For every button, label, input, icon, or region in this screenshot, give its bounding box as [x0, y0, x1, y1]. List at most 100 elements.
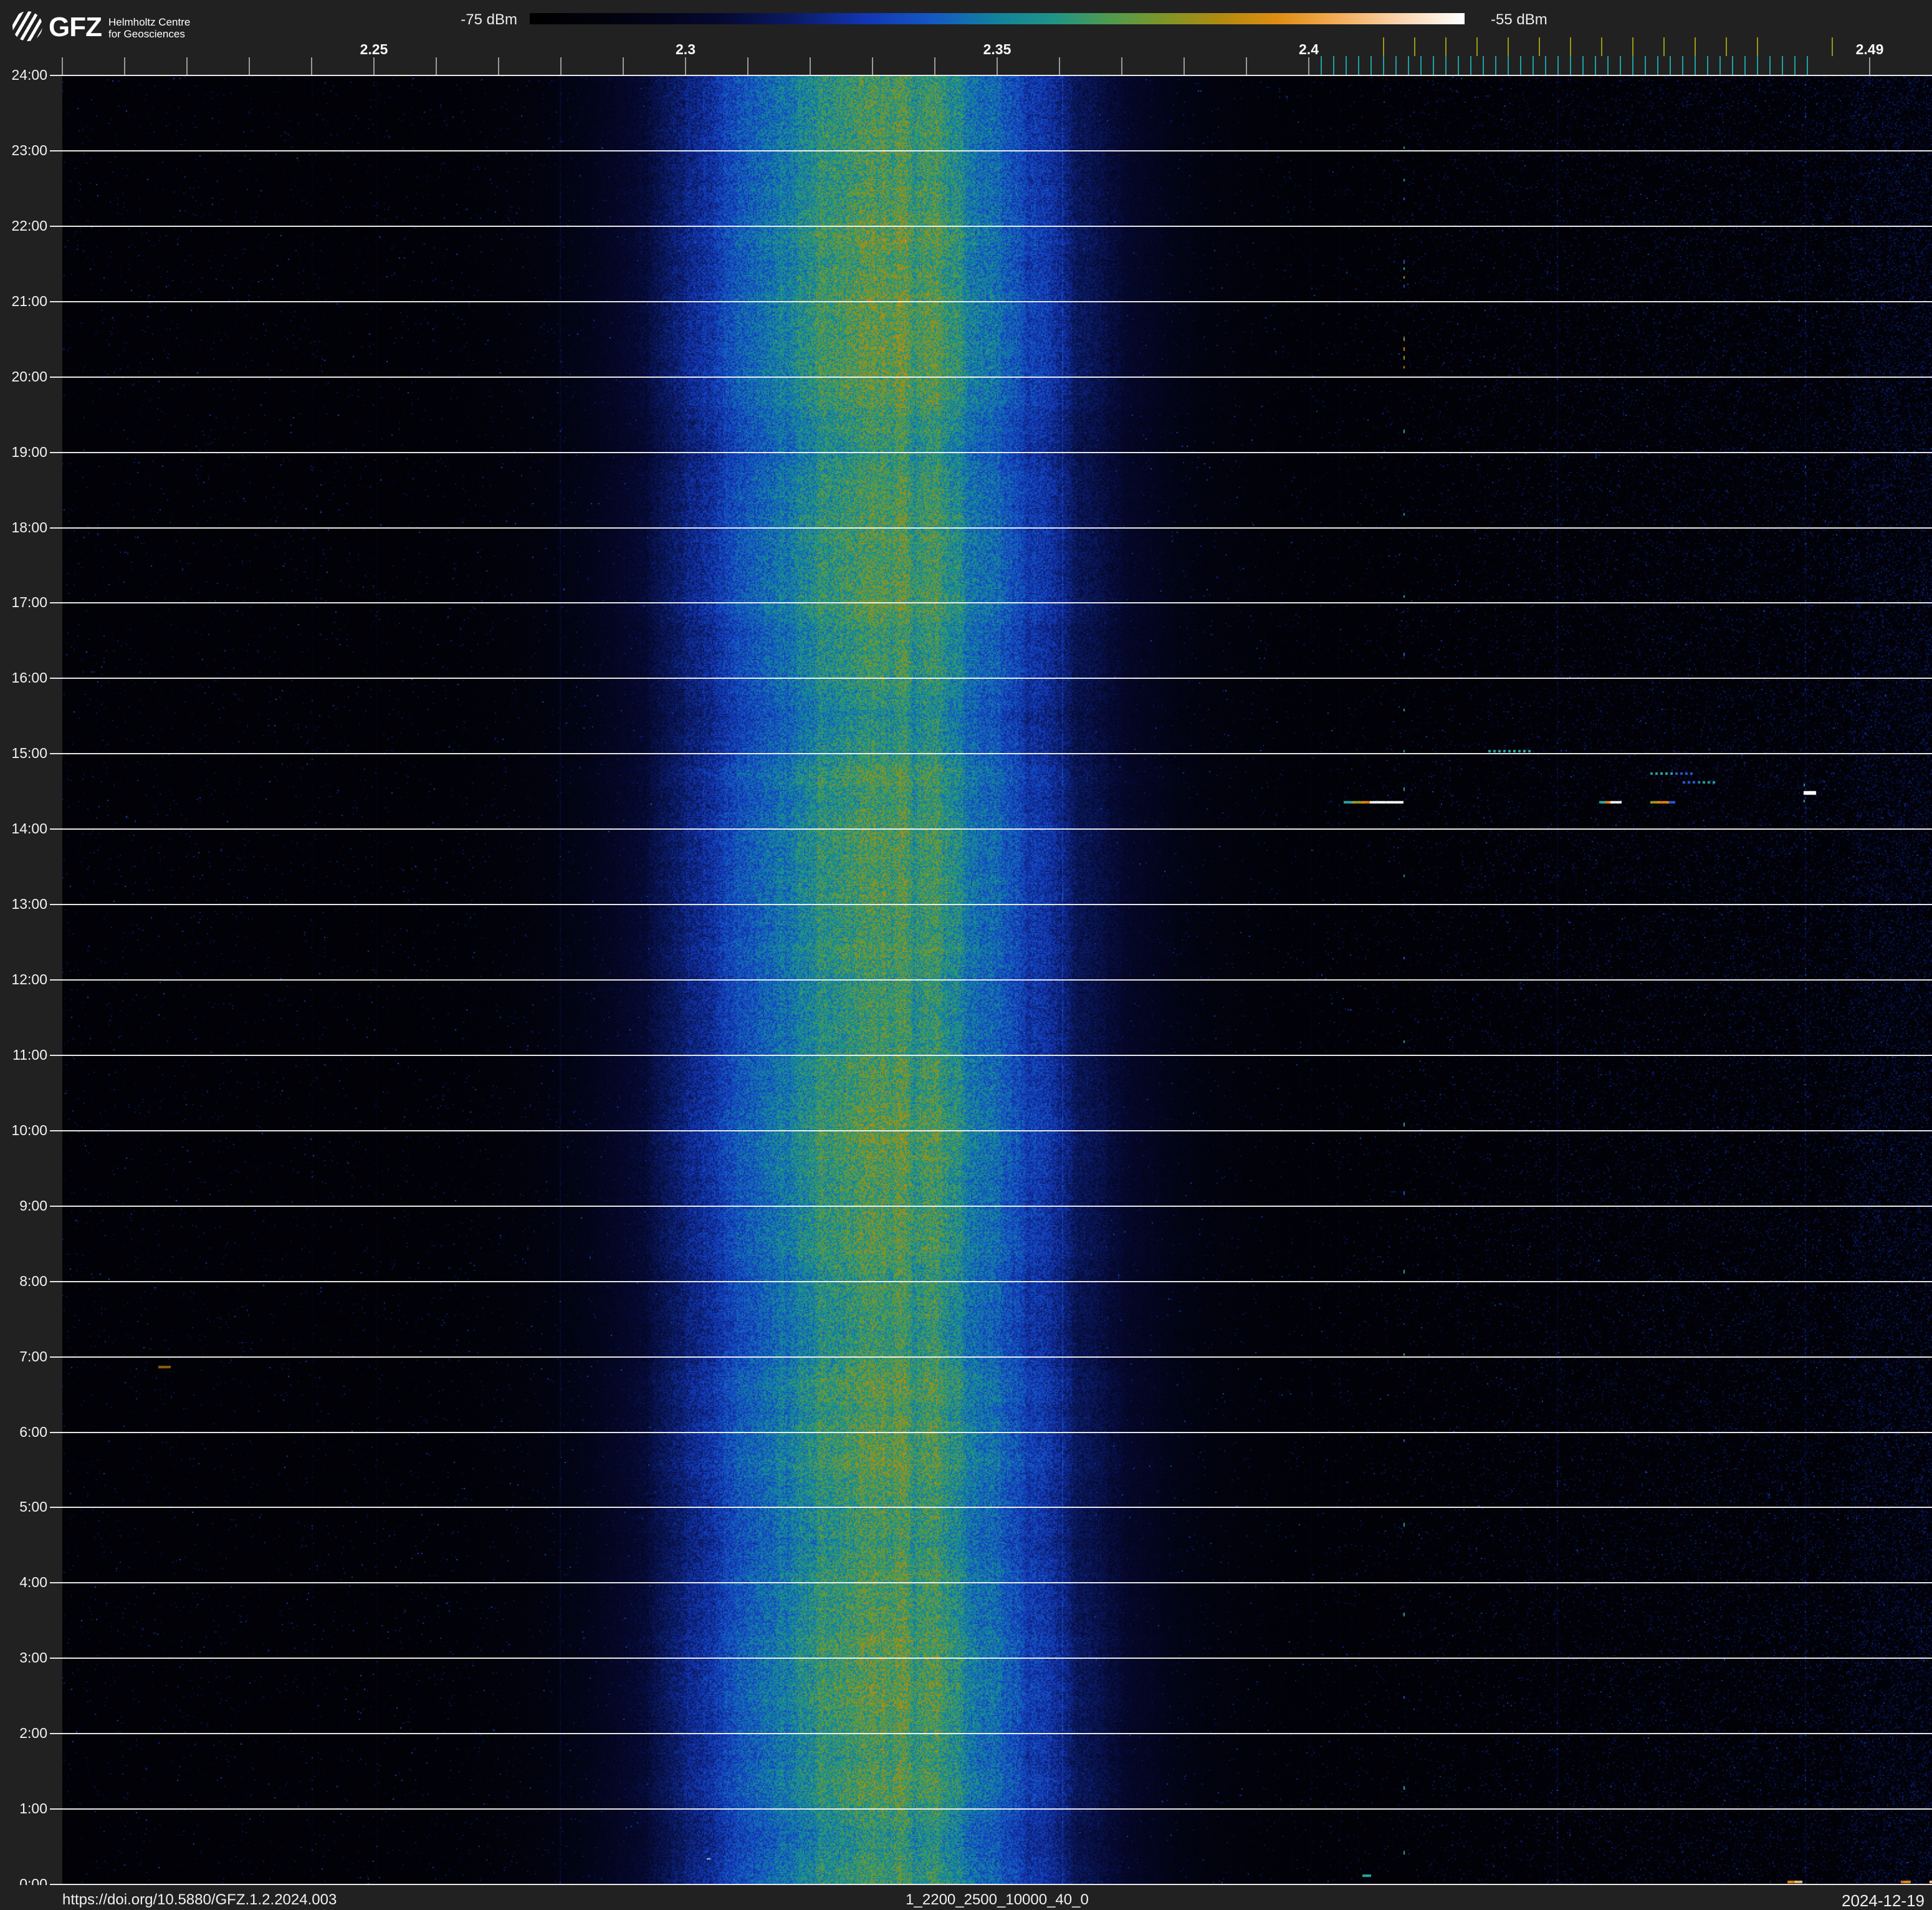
- ble-channel-marker: [1607, 56, 1609, 75]
- ble-channel-marker: [1445, 56, 1447, 75]
- hour-gridline: [50, 828, 1932, 830]
- freq-tick: [124, 57, 125, 75]
- time-label: 4:00: [19, 1574, 47, 1591]
- ble-channel-marker: [1695, 56, 1696, 75]
- ble-channel-marker: [1470, 56, 1471, 75]
- hour-gridline: [50, 1205, 1932, 1207]
- wifi-channel-marker: [1539, 37, 1540, 56]
- time-label: 18:00: [11, 519, 47, 535]
- wifi-channel-marker: [1383, 37, 1384, 56]
- colorbar-min-label: -75 dBm: [461, 11, 517, 28]
- ble-channel-marker: [1370, 56, 1372, 75]
- hour-gridline: [50, 376, 1932, 378]
- wifi-channel-marker: [1570, 37, 1571, 56]
- time-label: 21:00: [11, 292, 47, 309]
- time-label: 22:00: [11, 217, 47, 234]
- time-label: 17:00: [11, 594, 47, 611]
- freq-tick: [186, 57, 188, 75]
- freq-tick: [747, 57, 748, 75]
- ble-channel-marker: [1769, 56, 1771, 75]
- hour-gridline: [50, 1582, 1932, 1584]
- ble-channel-marker: [1533, 56, 1534, 75]
- hour-gridline: [50, 451, 1932, 453]
- time-label: 20:00: [11, 368, 47, 385]
- freq-tick: [498, 57, 499, 75]
- ble-channel-marker: [1321, 56, 1322, 75]
- ble-channel-marker: [1333, 56, 1334, 75]
- ble-channel-marker: [1383, 56, 1384, 75]
- hour-gridline: [50, 602, 1932, 604]
- ble-channel-marker: [1520, 56, 1521, 75]
- time-label: 19:00: [11, 443, 47, 460]
- wifi-channel-marker: [1632, 37, 1633, 56]
- freq-tick: [934, 57, 935, 75]
- hour-gridline: [50, 1130, 1932, 1131]
- hour-gridline: [50, 1658, 1932, 1659]
- doi-text: https://doi.org/10.5880/GFZ.1.2.2024.003: [62, 1891, 337, 1908]
- freq-label: 2.35: [983, 41, 1011, 57]
- time-label: 11:00: [12, 1046, 47, 1063]
- freq-tick: [1059, 57, 1060, 75]
- ble-channel-marker: [1794, 56, 1796, 75]
- ble-channel-marker: [1458, 56, 1459, 75]
- time-label: 16:00: [11, 669, 47, 686]
- ble-channel-marker: [1682, 56, 1683, 75]
- ble-channel-marker: [1757, 56, 1758, 75]
- ble-channel-marker: [1632, 56, 1633, 75]
- ble-channel-marker: [1595, 56, 1596, 75]
- time-label: 6:00: [19, 1423, 47, 1440]
- ble-channel-marker: [1582, 56, 1584, 75]
- time-label: 3:00: [19, 1649, 47, 1666]
- ble-channel-marker: [1346, 56, 1347, 75]
- logo-subtitle-line1: Helmholtz Centre: [108, 16, 191, 28]
- wifi-channel-marker: [1601, 37, 1602, 56]
- ble-channel-marker: [1645, 56, 1646, 75]
- wifi-channel-marker: [1832, 37, 1833, 56]
- freq-tick: [1869, 57, 1870, 75]
- freq-tick: [810, 57, 811, 75]
- ble-channel-marker: [1483, 56, 1484, 75]
- freq-label: 2.3: [676, 41, 696, 57]
- wifi-channel-marker: [1726, 37, 1727, 56]
- time-label: 1:00: [19, 1800, 47, 1817]
- freq-tick: [872, 57, 873, 75]
- time-label: 23:00: [11, 142, 47, 158]
- freq-tick: [997, 57, 998, 75]
- ble-channel-marker: [1408, 56, 1409, 75]
- ble-channel-marker: [1433, 56, 1434, 75]
- hour-gridline: [50, 753, 1932, 755]
- time-label: 10:00: [11, 1121, 47, 1138]
- ble-channel-marker: [1545, 56, 1546, 75]
- ble-channel-marker: [1395, 56, 1397, 75]
- freq-tick: [623, 57, 624, 75]
- hour-gridline: [50, 75, 1932, 76]
- time-label: 24:00: [11, 66, 47, 83]
- hour-gridline: [50, 150, 1932, 151]
- time-label: 12:00: [11, 971, 47, 987]
- hour-gridline: [50, 678, 1932, 679]
- hour-gridline: [50, 300, 1932, 302]
- time-label: 7:00: [19, 1348, 47, 1365]
- ble-channel-marker: [1620, 56, 1621, 75]
- hour-gridline: [50, 1507, 1932, 1509]
- freq-tick: [436, 57, 437, 75]
- ble-channel-marker: [1782, 56, 1783, 75]
- wifi-channel-marker: [1414, 37, 1415, 56]
- hour-gridline: [50, 1733, 1932, 1735]
- hour-gridline: [50, 1356, 1932, 1358]
- time-label: 2:00: [19, 1725, 47, 1742]
- time-label: 14:00: [11, 820, 47, 837]
- ble-channel-marker: [1358, 56, 1359, 75]
- freq-tick: [1184, 57, 1185, 75]
- freq-tick: [685, 57, 686, 75]
- hour-gridline: [50, 1280, 1932, 1282]
- hour-gridline: [50, 225, 1932, 227]
- freq-tick: [62, 57, 63, 75]
- freq-tick: [1246, 57, 1247, 75]
- hour-gridline: [50, 904, 1932, 906]
- freq-tick: [373, 57, 375, 75]
- hour-gridline: [50, 1431, 1932, 1433]
- ble-channel-marker: [1670, 56, 1671, 75]
- time-label: 9:00: [19, 1197, 47, 1214]
- ble-channel-marker: [1732, 56, 1733, 75]
